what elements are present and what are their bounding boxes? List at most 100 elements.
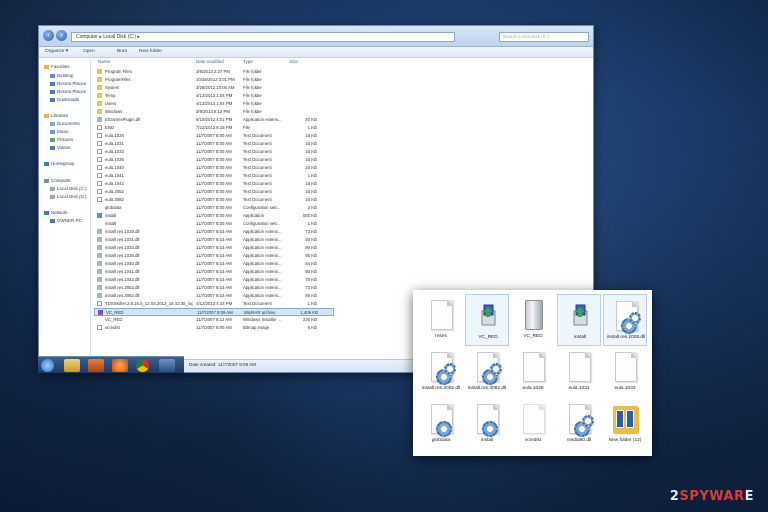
file-row[interactable]: ProgramFiles 10/28/2012 3:01 PM File folde… — [94, 76, 334, 84]
file-type: Application extens... — [243, 277, 282, 282]
folder-icon — [97, 69, 102, 74]
file-row[interactable]: vcredist 11/7/2007 8:00 AM Bitmap image 6 K… — [94, 324, 334, 332]
start-button-icon[interactable] — [41, 359, 54, 372]
explorer-taskbar-icon[interactable] — [64, 359, 80, 372]
nav-item[interactable]: Recent Places — [50, 81, 86, 86]
file-row[interactable]: install 11/7/2007 8:00 AM Configuration se… — [94, 220, 334, 228]
file-row[interactable]: install.res.1041.dll 11/7/2007 8:03 AM App… — [94, 268, 334, 276]
file-row[interactable]: eula.1040 11/7/2007 8:00 AM Text Document 1… — [94, 164, 334, 172]
file-tile[interactable]: install — [465, 398, 509, 450]
search-input[interactable]: Search Local Disk (C:) — [499, 32, 589, 42]
file-row[interactable]: install.res.2052.dll 11/7/2007 8:03 AM App… — [94, 284, 334, 292]
nav-item-label: Videos — [57, 145, 71, 150]
file-row[interactable]: END 7/22/2013 8:15 PM File 1 KB — [94, 124, 334, 132]
nav-item[interactable]: Videos — [50, 145, 71, 150]
file-row[interactable]: eula.2052 11/7/2007 8:00 AM Text Document 1… — [94, 188, 334, 196]
file-date: 11/7/2007 8:03 AM — [196, 269, 232, 274]
file-tile[interactable]: vcredist — [511, 398, 555, 450]
gear-icon — [444, 363, 456, 375]
file-row[interactable]: eula.1041 11/7/2007 8:00 AM Text Document 1… — [94, 172, 334, 180]
nav-item[interactable]: Pictures — [50, 137, 73, 142]
file-row[interactable]: install.res.1040.dll 11/7/2007 8:03 AM App… — [94, 260, 334, 268]
new-folder-button[interactable]: New folder — [139, 49, 162, 54]
file-name: Windows — [105, 109, 123, 114]
file-row[interactable]: System 3/28/2012 10:00 AM File folder — [94, 84, 334, 92]
file-type: File folder — [243, 85, 262, 90]
file-tile[interactable]: eula.1033 — [603, 346, 647, 398]
nav-item[interactable]: Desktop — [50, 73, 74, 78]
file-row[interactable]: install.res.1033.dll 11/7/2007 8:03 AM App… — [94, 244, 334, 252]
dll-gear-icon — [616, 301, 641, 334]
file-row[interactable]: eula.1028 11/7/2007 8:00 AM Text Document 1… — [94, 132, 334, 140]
file-row[interactable]: eula.1033 11/7/2007 8:00 AM Text Document 1… — [94, 148, 334, 156]
media-player-taskbar-icon[interactable] — [88, 359, 104, 372]
file-row[interactable]: eula.1036 11/7/2007 8:00 AM Text Document 1… — [94, 156, 334, 164]
file-row[interactable]: Temp 4/13/2013 1:04 PM File folder — [94, 92, 334, 100]
nav-group-icon — [44, 161, 49, 166]
file-tile-label: install.res.1028.dll — [606, 335, 646, 340]
forward-icon[interactable]: › — [56, 30, 67, 41]
file-row[interactable]: install.res.3082.dll 11/7/2007 8:03 AM App… — [94, 292, 334, 300]
nav-item[interactable]: Computer — [44, 178, 71, 183]
file-tile[interactable]: reses — [419, 294, 463, 346]
file-tile[interactable]: install.res.3082.dll — [465, 346, 509, 398]
nav-item[interactable]: Local Disk (D:) — [50, 194, 87, 199]
chrome-taskbar-icon[interactable] — [136, 359, 149, 372]
app-taskbar-icon[interactable] — [159, 359, 175, 372]
file-row[interactable]: ElGamesPlugin.dll 8/10/2012 4:01 PM Applic… — [94, 116, 334, 124]
extracted-files-panel: reses VC_RED VC_RED install install.res.1028… — [413, 290, 652, 456]
file-row[interactable]: VC_RED 11/7/2007 8:09 AM WinRAR archive 1,4… — [94, 308, 334, 316]
firefox-taskbar-icon[interactable] — [112, 359, 128, 372]
file-tile[interactable]: install — [557, 294, 601, 346]
file-row[interactable]: VC_RED 11/7/2007 8:12 AM Windows Installer… — [94, 316, 334, 324]
nav-item[interactable]: Local Disk (C:) — [50, 186, 87, 191]
nav-item[interactable]: Libraries — [44, 113, 68, 118]
file-row[interactable]: install.res.1036.dll 11/7/2007 8:03 AM App… — [94, 252, 334, 260]
nav-item[interactable]: Favorites — [44, 64, 70, 69]
file-tile[interactable]: install.res.1028.dll — [603, 294, 647, 346]
file-name: TDSSKiller.2.8.16.0_12.04.2013_16.42.35_… — [105, 301, 193, 306]
nav-item[interactable]: Music — [50, 129, 69, 134]
file-name: eula.1028 — [105, 133, 124, 138]
file-tile[interactable]: msdia80.dll — [557, 398, 601, 450]
file-tile[interactable]: VC_RED — [511, 294, 555, 346]
file-tile[interactable]: globdata — [419, 398, 463, 450]
column-header-name[interactable]: Name — [98, 59, 110, 64]
nav-item[interactable]: Network — [44, 210, 68, 215]
file-row[interactable]: Users 4/13/2013 1:04 PM File folder — [94, 100, 334, 108]
organize-button[interactable]: Organize ▾ — [45, 49, 68, 54]
nav-item[interactable]: Recent Places — [50, 89, 86, 94]
file-row[interactable]: Program Files 3/8/2013 2:37 PM File folder — [94, 68, 334, 76]
column-header-date[interactable]: Date modified — [196, 59, 224, 64]
nav-item[interactable]: OWNER-PC — [50, 218, 82, 223]
nav-item[interactable]: Documents — [50, 121, 80, 126]
file-tile[interactable]: New folder (12) — [603, 398, 647, 450]
file-row[interactable]: install.res.1031.dll 11/7/2007 8:03 AM App… — [94, 236, 334, 244]
column-header-size[interactable]: Size — [289, 59, 298, 64]
file-row[interactable]: eula.3082 11/7/2007 8:00 AM Text Document 1… — [94, 196, 334, 204]
nav-item[interactable]: Downloads — [50, 97, 79, 102]
column-header-type[interactable]: Type — [243, 59, 253, 64]
file-row[interactable]: globdata 11/7/2007 8:00 AM Configuration s… — [94, 204, 334, 212]
back-icon[interactable]: ‹ — [43, 30, 54, 41]
file-tile[interactable]: eula.1028 — [511, 346, 555, 398]
file-tile[interactable]: install.res.2052.dll — [419, 346, 463, 398]
open-button[interactable]: Open — [83, 49, 95, 54]
file-tile[interactable]: VC_RED — [465, 294, 509, 346]
file-date: 4/13/2013 1:04 PM — [196, 93, 233, 98]
address-field[interactable]: Computer ▸ Local Disk (C:) ▸ — [71, 32, 455, 42]
nav-item[interactable]: Homegroup — [44, 161, 75, 166]
burn-button[interactable]: Burn — [117, 49, 127, 54]
file-row[interactable]: Windows 3/8/2013 6:12 PM File folder — [94, 108, 334, 116]
file-row[interactable]: install 11/7/2007 8:00 AM Application 550 K… — [94, 212, 334, 220]
file-tile[interactable]: eula.1031 — [557, 346, 601, 398]
file-date: 11/7/2007 8:03 AM — [196, 293, 232, 298]
file-row[interactable]: TDSSKiller.2.8.16.0_12.04.2013_16.42.35_… — [94, 300, 334, 308]
file-name: System — [105, 85, 120, 90]
file-icon — [97, 125, 102, 130]
file-date: 11/7/2007 8:00 AM — [196, 157, 232, 162]
file-row[interactable]: install.res.1028.dll 11/7/2007 8:03 AM App… — [94, 228, 334, 236]
file-row[interactable]: eula.1031 11/7/2007 8:00 AM Text Document 1… — [94, 140, 334, 148]
file-row[interactable]: eula.1042 11/7/2007 8:00 AM Text Document 1… — [94, 180, 334, 188]
file-row[interactable]: install.res.1042.dll 11/7/2007 8:03 AM App… — [94, 276, 334, 284]
